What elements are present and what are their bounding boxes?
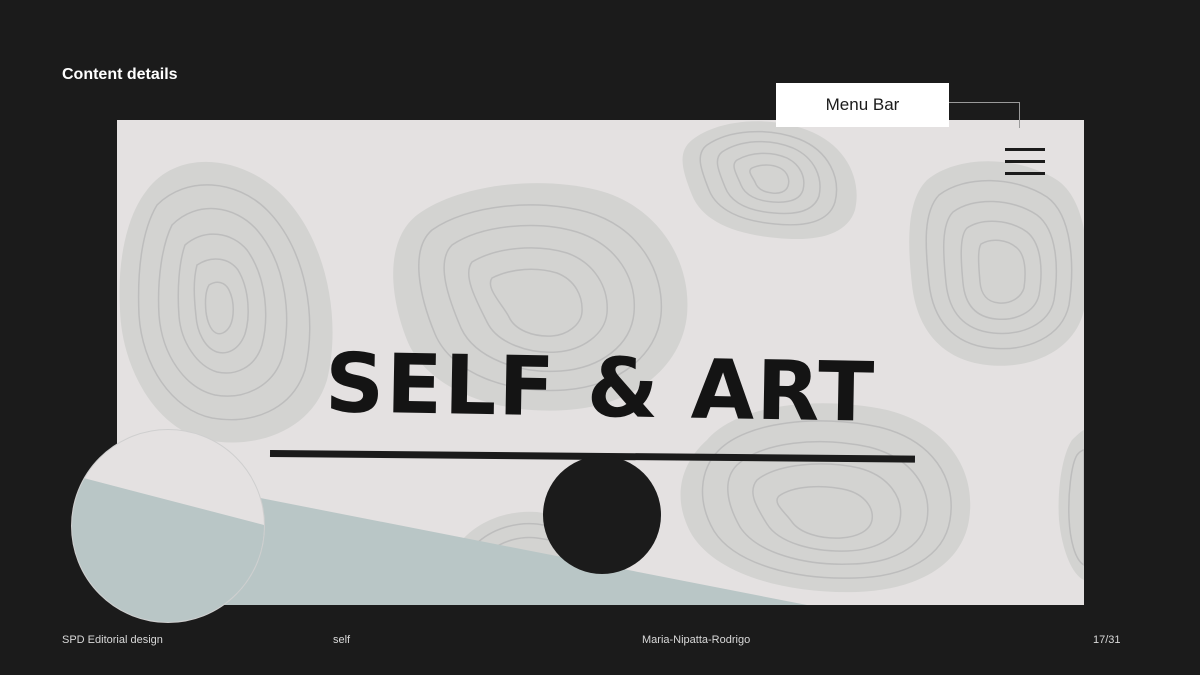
footer-author: Maria-Nipatta-Rodrigo xyxy=(642,634,751,646)
footer-project: SPD Editorial design xyxy=(62,634,163,646)
section-title: Content details xyxy=(62,66,178,83)
hamburger-menu-icon[interactable] xyxy=(1003,146,1047,178)
stone-shape xyxy=(682,121,857,240)
zoom-detail xyxy=(72,475,264,622)
hero-ball xyxy=(543,456,661,574)
footer-topic: self xyxy=(333,634,351,646)
menu-bar-callout: Menu Bar xyxy=(776,83,949,127)
callout-connector xyxy=(1019,102,1020,128)
scroll-down-button[interactable] xyxy=(71,429,265,623)
stone-shape xyxy=(909,161,1084,366)
hero-title: SELF & ART xyxy=(324,336,877,441)
stone-shape xyxy=(1058,430,1084,580)
chevron-down-icon xyxy=(73,431,115,451)
footer-page-number: 17/31 xyxy=(1093,634,1121,646)
callout-connector xyxy=(949,102,1019,103)
